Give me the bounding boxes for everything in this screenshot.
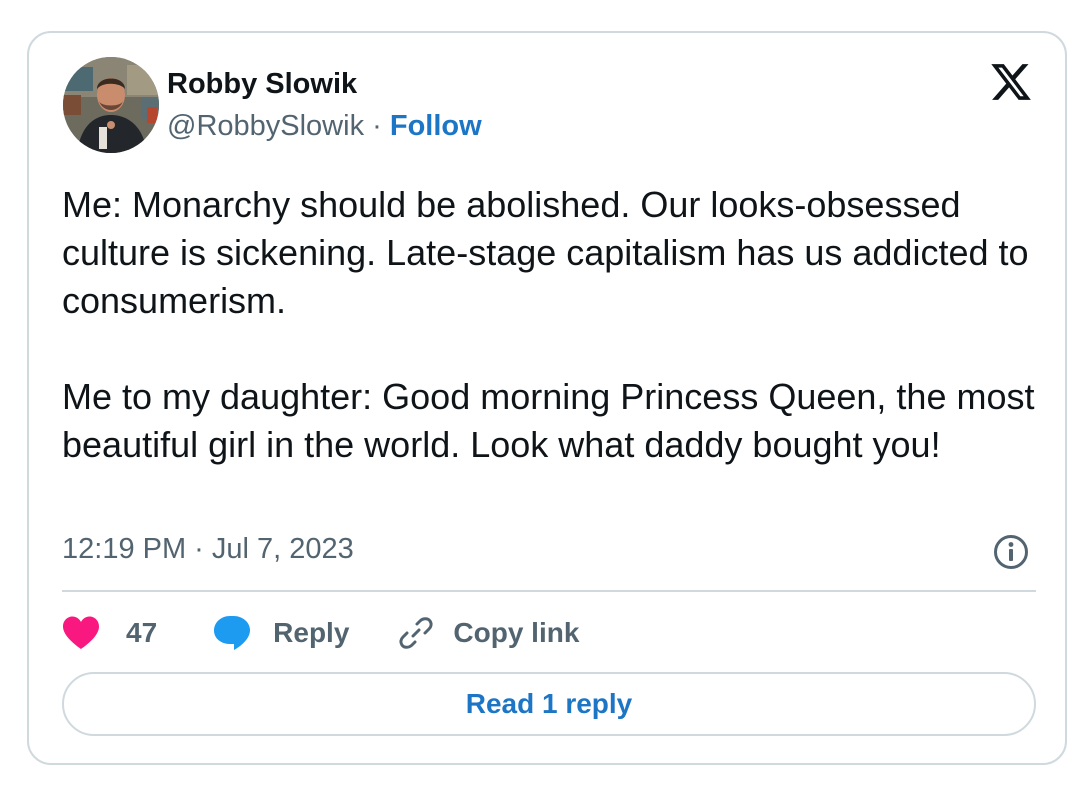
tweet-paragraph: Me to my daughter: Good morning Princess… <box>62 376 1035 465</box>
copy-link-label: Copy link <box>453 617 580 648</box>
avatar-photo <box>63 57 159 153</box>
link-icon <box>399 616 433 650</box>
author-handle-line: @RobbySlowik · Follow <box>167 110 482 143</box>
tweet-paragraph: Me: Monarchy should be abolished. Our lo… <box>62 184 1029 321</box>
follow-link[interactable]: Follow <box>390 110 482 142</box>
like-count: 47 <box>126 617 158 648</box>
speech-bubble-icon <box>213 615 251 651</box>
handle-separator: · <box>364 110 390 142</box>
divider <box>62 590 1036 592</box>
reply-label: Reply <box>273 617 350 648</box>
tweet-text: Me: Monarchy should be abolished. Our lo… <box>62 181 1042 469</box>
copy-link-button[interactable]: Copy link <box>399 616 579 650</box>
read-replies-button[interactable]: Read 1 reply <box>62 672 1036 736</box>
tweet-card: Robby Slowik @RobbySlowik · Follow Me: M… <box>27 31 1067 765</box>
reply-button[interactable]: Reply <box>213 615 349 651</box>
author-handle[interactable]: @RobbySlowik <box>167 110 364 142</box>
author-name[interactable]: Robby Slowik <box>167 68 357 101</box>
info-icon[interactable] <box>992 533 1030 571</box>
like-button[interactable]: 47 <box>62 616 157 650</box>
tweet-timestamp[interactable]: 12:19 PM · Jul 7, 2023 <box>62 533 354 566</box>
author-avatar[interactable] <box>63 57 159 153</box>
action-bar: 47 Reply Copy link <box>62 611 579 655</box>
heart-icon <box>62 616 100 650</box>
x-logo-icon[interactable] <box>989 60 1033 104</box>
